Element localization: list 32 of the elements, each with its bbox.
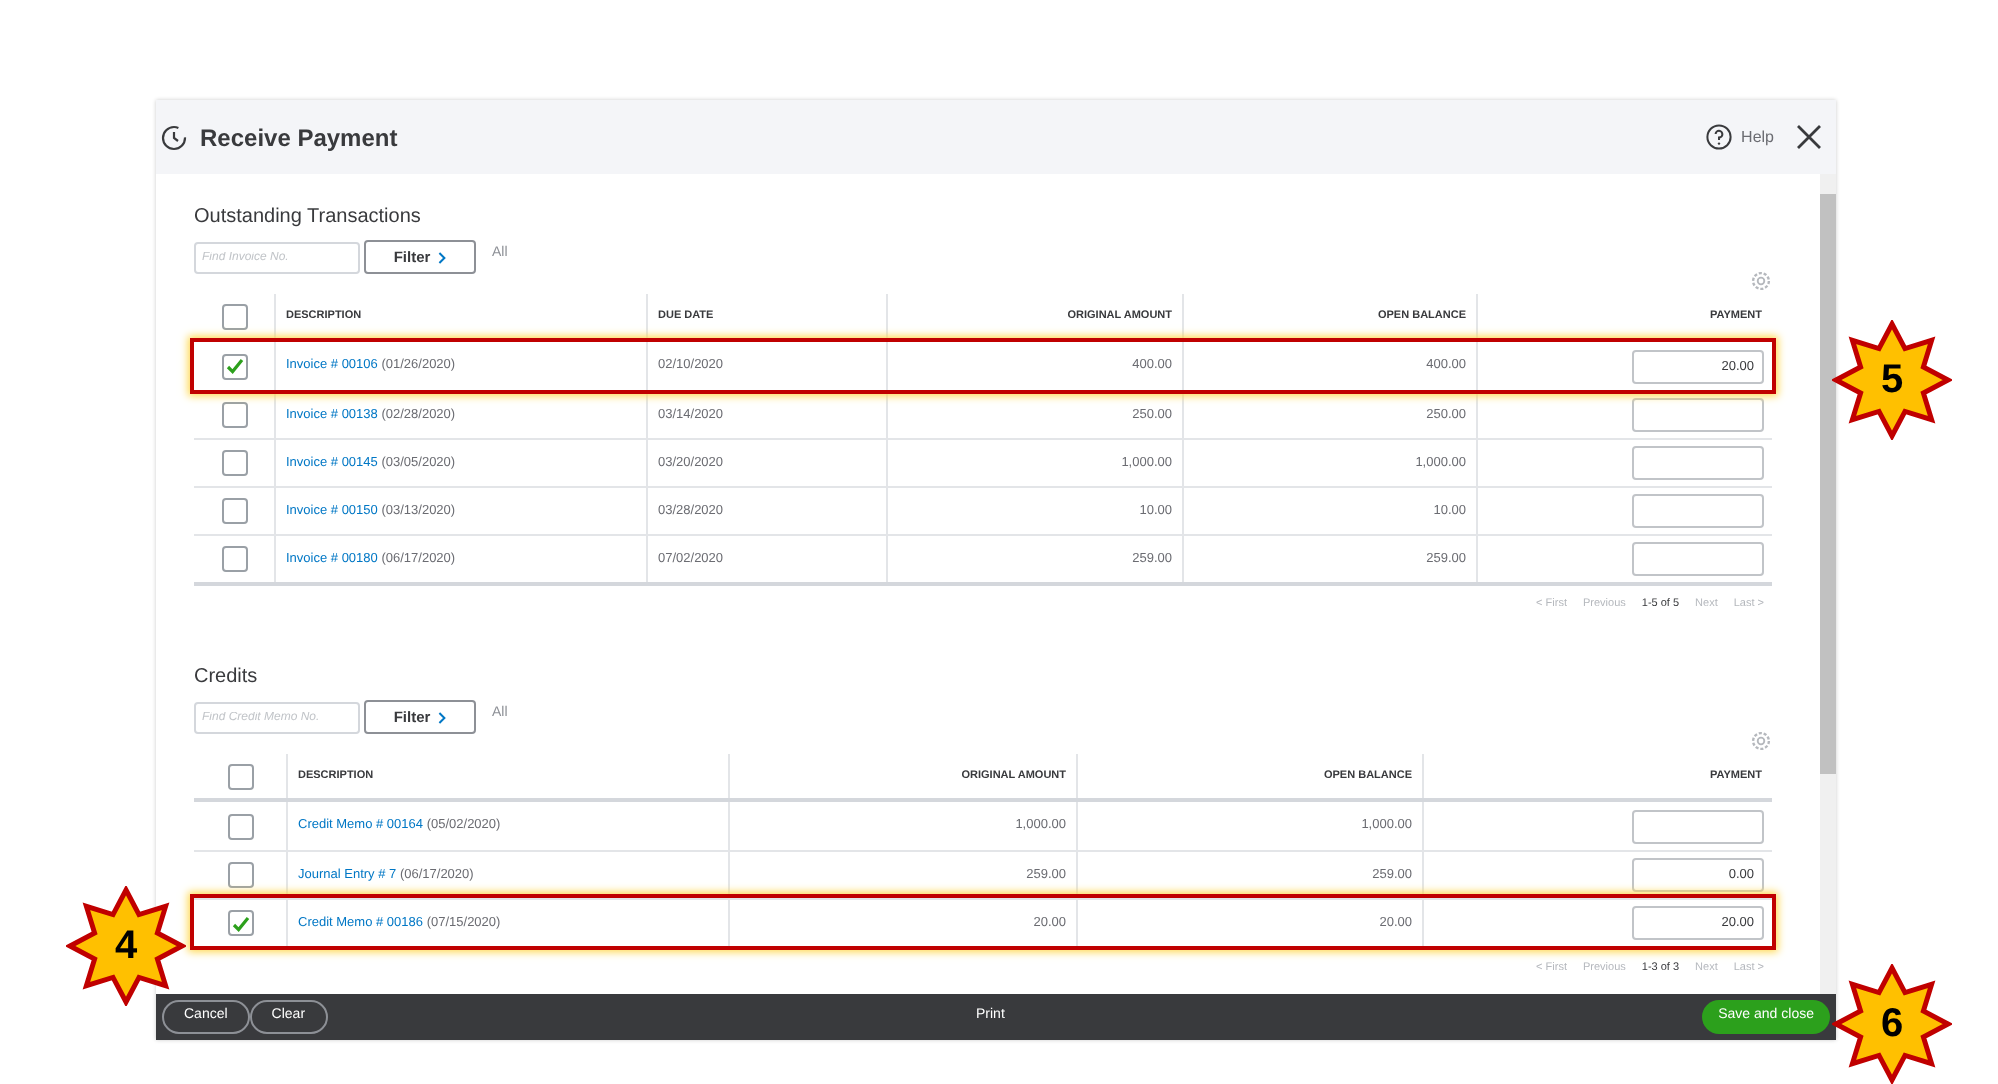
- checkbox[interactable]: [227, 763, 253, 790]
- checkbox[interactable]: [221, 353, 247, 379]
- payment-field[interactable]: [1632, 398, 1764, 432]
- checkbox[interactable]: [221, 450, 247, 476]
- checkbox[interactable]: [221, 303, 247, 329]
- step-badge: 6: [1832, 964, 1952, 1084]
- checkbox[interactable]: [227, 813, 253, 840]
- checkbox[interactable]: [221, 546, 247, 572]
- payment-field[interactable]: [1632, 494, 1764, 528]
- settings-icon[interactable]: [1750, 730, 1772, 753]
- scrollbar[interactable]: [1820, 174, 1836, 994]
- chevron-right-icon: [438, 251, 447, 263]
- history-icon: [160, 123, 188, 151]
- payment-field[interactable]: [1632, 542, 1764, 576]
- step-badge: 5: [1832, 320, 1952, 440]
- checkbox[interactable]: [221, 402, 247, 428]
- section-title: Outstanding Transactions: [194, 204, 423, 230]
- payment-field[interactable]: [1632, 446, 1764, 480]
- settings-icon[interactable]: [1750, 270, 1772, 292]
- help-icon[interactable]: [1705, 124, 1732, 150]
- checkmark-icon: [225, 358, 243, 374]
- help-link[interactable]: Help: [1741, 125, 1774, 149]
- checkbox[interactable]: [221, 498, 247, 524]
- chevron-right-icon: [438, 711, 447, 724]
- checkbox[interactable]: [227, 910, 253, 937]
- section-title: Credits: [194, 664, 260, 691]
- close-icon[interactable]: [1796, 124, 1822, 150]
- checkmark-icon: [231, 915, 249, 932]
- payment-field[interactable]: [1632, 809, 1764, 844]
- checkbox[interactable]: [227, 862, 253, 889]
- step-badge: 4: [66, 886, 186, 1006]
- window-title: Receive Payment: [200, 121, 398, 155]
